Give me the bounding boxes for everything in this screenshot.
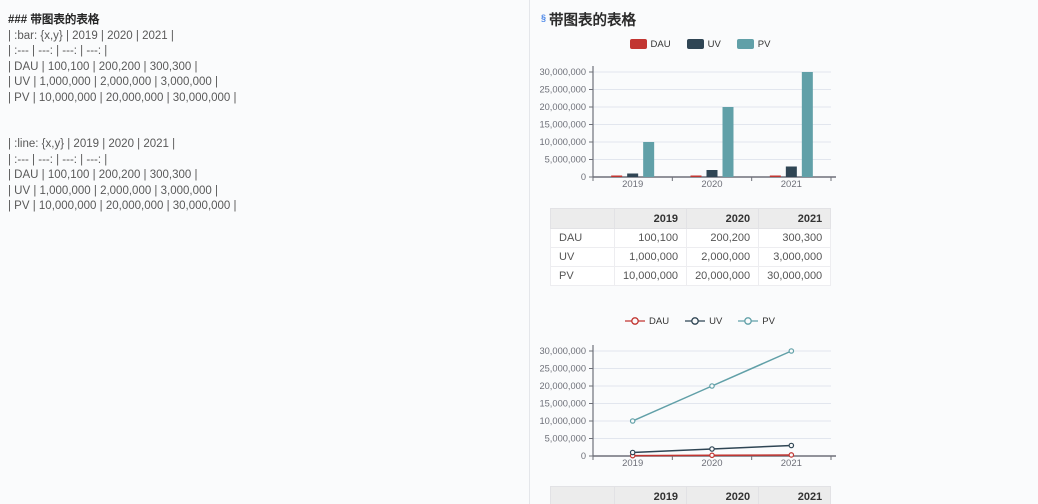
markdown-preview-pane: § 带图表的表格 DAUUVPV 05,000,00010,000,00015,… — [530, 0, 1038, 504]
preview-heading: § 带图表的表格 — [541, 9, 636, 30]
legend-label: UV — [708, 39, 721, 50]
source-line: | PV | 10,000,000 | 20,000,000 | 30,000,… — [8, 199, 521, 215]
svg-text:20,000,000: 20,000,000 — [540, 381, 586, 391]
legend-label: DAU — [651, 39, 671, 50]
table-cell: PV — [551, 267, 615, 286]
table-cell: 100,100 — [615, 229, 687, 248]
table-header-row: 201920202021 — [551, 209, 831, 229]
table-row: DAU100,100200,200300,300 — [551, 229, 831, 248]
legend-item-pv[interactable]: PV — [738, 316, 775, 327]
svg-text:15,000,000: 15,000,000 — [540, 120, 586, 130]
table-cell: DAU — [551, 229, 615, 248]
source-line: | UV | 1,000,000 | 2,000,000 | 3,000,000… — [8, 75, 521, 91]
source-line: ### 带图表的表格 — [8, 13, 521, 29]
table-header-cell: 2021 — [759, 487, 831, 504]
svg-text:2019: 2019 — [622, 458, 643, 469]
legend-line-marker-icon — [685, 316, 705, 326]
preview-heading-text: 带图表的表格 — [549, 9, 636, 30]
source-line: | :line: {x,y} | 2019 | 2020 | 2021 | — [8, 137, 521, 153]
table-cell: 3,000,000 — [759, 248, 831, 267]
svg-text:0: 0 — [581, 451, 586, 461]
legend-label: DAU — [649, 316, 669, 327]
table-row: UV1,000,0002,000,0003,000,000 — [551, 248, 831, 267]
svg-text:0: 0 — [581, 172, 586, 182]
table-header-cell: 2019 — [615, 487, 687, 504]
svg-text:5,000,000: 5,000,000 — [545, 434, 586, 444]
legend-swatch-icon — [630, 39, 647, 49]
source-line: | PV | 10,000,000 | 20,000,000 | 30,000,… — [8, 91, 521, 107]
svg-text:5,000,000: 5,000,000 — [545, 155, 586, 165]
legend-item-pv[interactable]: PV — [737, 39, 771, 50]
table-header-row: 201920202021 — [551, 487, 831, 504]
svg-text:2020: 2020 — [701, 179, 722, 190]
legend-item-uv[interactable]: UV — [687, 39, 721, 50]
table-header-cell: 2021 — [759, 209, 831, 229]
svg-text:2021: 2021 — [781, 458, 802, 469]
svg-text:30,000,000: 30,000,000 — [540, 67, 586, 77]
svg-text:25,000,000: 25,000,000 — [540, 364, 586, 374]
table-cell: 30,000,000 — [759, 267, 831, 286]
source-line: | :--- | ---: | ---: | ---: | — [8, 153, 521, 169]
svg-text:10,000,000: 10,000,000 — [540, 137, 586, 147]
table-header-cell — [551, 487, 615, 504]
source-line — [8, 122, 521, 138]
table-cell: 10,000,000 — [615, 267, 687, 286]
source-line: | :--- | ---: | ---: | ---: | — [8, 44, 521, 60]
table-header-cell — [551, 209, 615, 229]
bar-chart-legend: DAU UV PV — [540, 37, 860, 51]
legend-item-dau[interactable]: DAU — [630, 39, 671, 50]
legend-swatch-icon — [737, 39, 754, 49]
table-cell: 300,300 — [759, 229, 831, 248]
markdown-source-editor[interactable]: ### 带图表的表格| :bar: {x,y} | 2019 | 2020 | … — [0, 0, 529, 504]
svg-text:2019: 2019 — [622, 179, 643, 190]
table-row: PV10,000,00020,000,00030,000,000 — [551, 267, 831, 286]
svg-text:15,000,000: 15,000,000 — [540, 399, 586, 409]
source-line: | UV | 1,000,000 | 2,000,000 | 3,000,000… — [8, 184, 521, 200]
data-table-bar: 201920202021DAU100,100200,200300,300UV1,… — [550, 208, 831, 286]
table-cell: UV — [551, 248, 615, 267]
line-chart-legend: DAU UV PV — [540, 314, 860, 328]
source-line — [8, 106, 521, 122]
table-cell: 2,000,000 — [687, 248, 759, 267]
svg-text:2020: 2020 — [701, 458, 722, 469]
svg-text:20,000,000: 20,000,000 — [540, 102, 586, 112]
legend-label: PV — [758, 39, 771, 50]
legend-line-marker-icon — [738, 316, 758, 326]
svg-text:25,000,000: 25,000,000 — [540, 85, 586, 95]
table-cell: 200,200 — [687, 229, 759, 248]
svg-text:10,000,000: 10,000,000 — [540, 416, 586, 426]
legend-item-dau[interactable]: DAU — [625, 316, 669, 327]
svg-text:2021: 2021 — [781, 179, 802, 190]
bar-chart: 0 5,000,000 10,000,000 15,000,000 20,000,000… — [540, 54, 860, 194]
table-header-cell: 2020 — [687, 487, 759, 504]
source-line: | DAU | 100,100 | 200,200 | 300,300 | — [8, 168, 521, 184]
table-cell: 20,000,000 — [687, 267, 759, 286]
table-cell: 1,000,000 — [615, 248, 687, 267]
line-chart: 0 5,000,000 10,000,000 15,000,000 20,000,000… — [540, 333, 860, 473]
table-header-cell: 2020 — [687, 209, 759, 229]
legend-label: UV — [709, 316, 722, 327]
source-line: | :bar: {x,y} | 2019 | 2020 | 2021 | — [8, 29, 521, 45]
source-line: | DAU | 100,100 | 200,200 | 300,300 | — [8, 60, 521, 76]
table-header-cell: 2019 — [615, 209, 687, 229]
legend-item-uv[interactable]: UV — [685, 316, 722, 327]
data-table-line: 201920202021DAU100,100200,200300,300UV1,… — [550, 486, 831, 504]
svg-text:30,000,000: 30,000,000 — [540, 346, 586, 356]
legend-swatch-icon — [687, 39, 704, 49]
legend-line-marker-icon — [625, 316, 645, 326]
heading-anchor-icon[interactable]: § — [541, 12, 546, 24]
legend-label: PV — [762, 316, 775, 327]
